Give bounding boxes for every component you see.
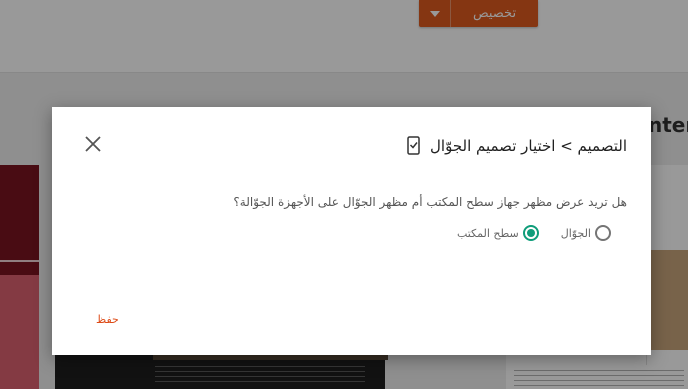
radio-option-desktop[interactable]: سطح المكتب — [457, 225, 539, 241]
dialog-question: هل تريد عرض مظهر جهاز سطح المكتب أم مظهر… — [233, 195, 627, 209]
radio-button-desktop[interactable] — [522, 225, 539, 241]
radio-label-mobile: الجوّال — [560, 226, 591, 240]
dialog-header: التصميم > اختيار تصميم الجوّال — [406, 136, 627, 156]
close-icon[interactable] — [82, 133, 104, 155]
radio-option-mobile[interactable]: الجوّال — [561, 225, 611, 241]
save-button[interactable]: حفظ — [96, 313, 119, 326]
radio-label-desktop: سطح المكتب — [456, 226, 519, 240]
mobile-phone-check-icon — [406, 136, 422, 156]
mobile-theme-dialog: التصميم > اختيار تصميم الجوّال هل تريد ع… — [52, 107, 651, 355]
dialog-title: التصميم > اختيار تصميم الجوّال — [430, 137, 627, 155]
radio-button-mobile[interactable] — [595, 225, 611, 241]
layout-radio-group: الجوّال سطح المكتب — [457, 225, 611, 241]
